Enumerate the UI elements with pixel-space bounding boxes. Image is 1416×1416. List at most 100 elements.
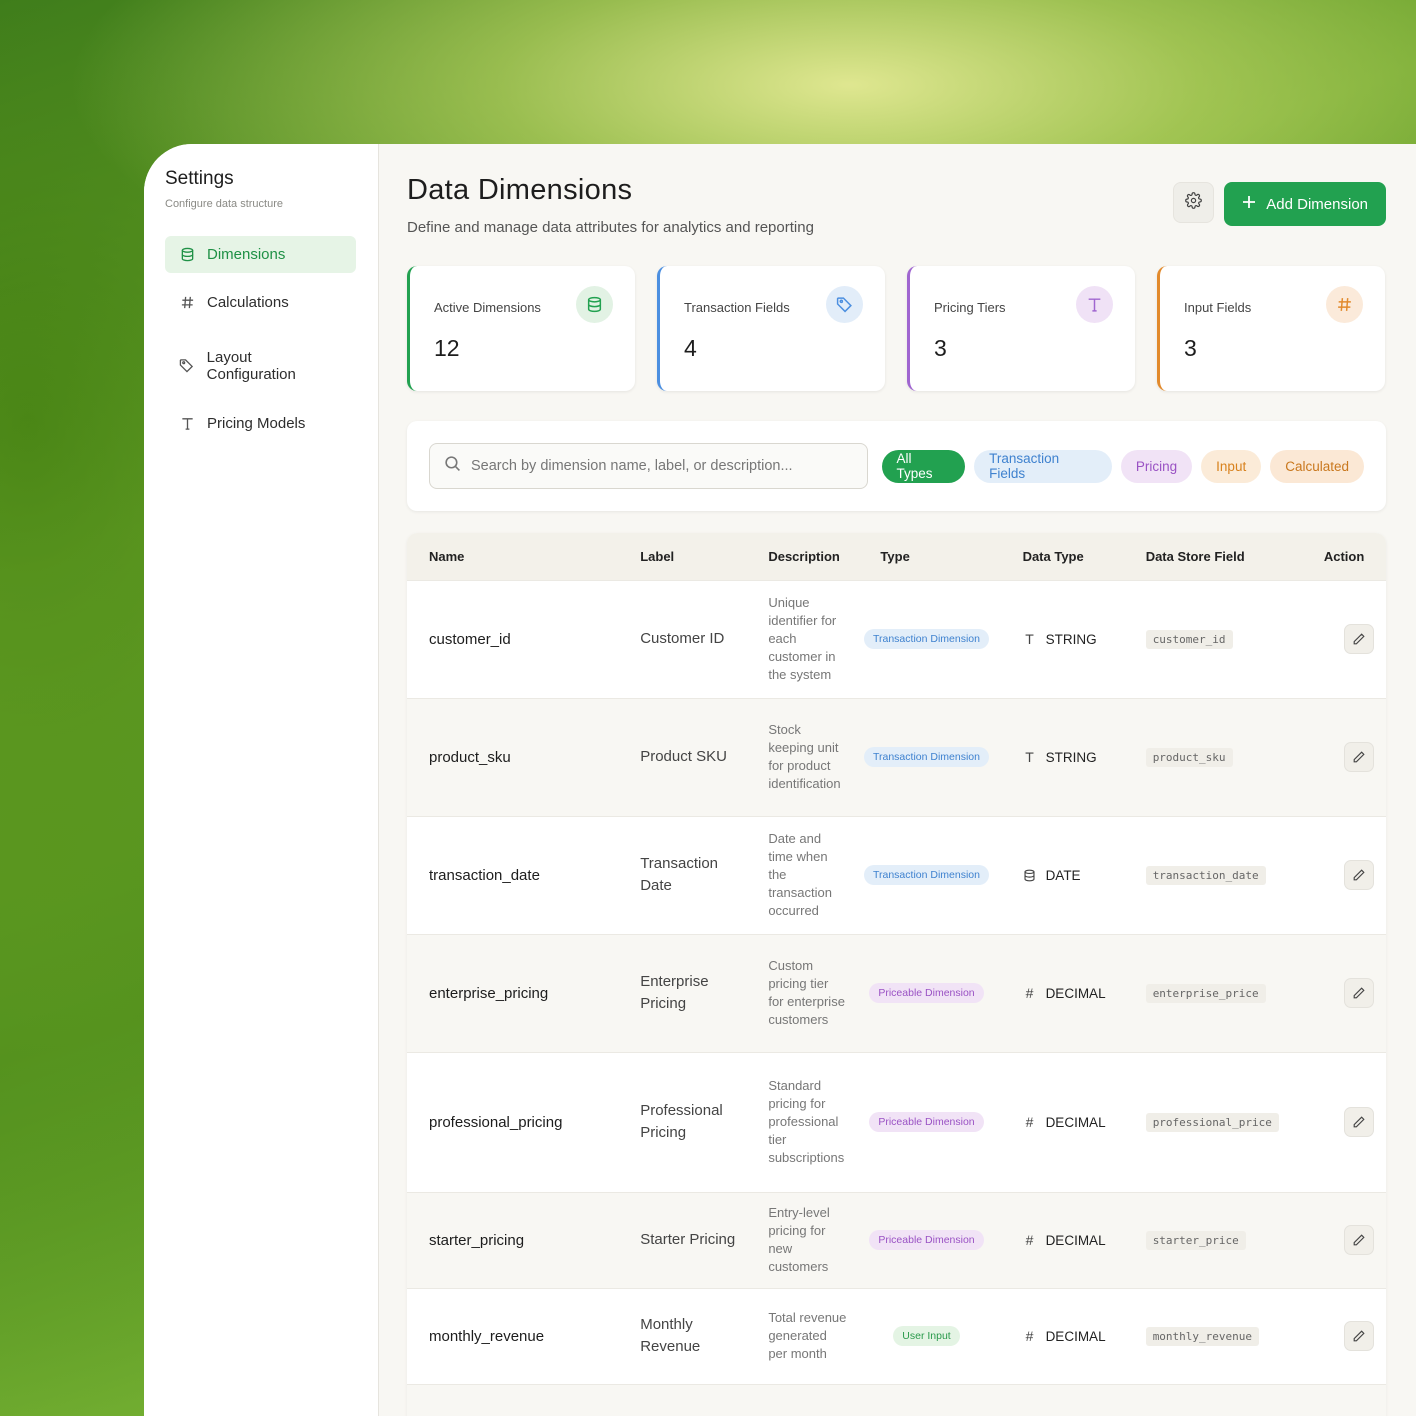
filter-all-types[interactable]: All Types bbox=[881, 449, 966, 483]
stat-card-input-fields: Input Fields 3 bbox=[1157, 266, 1385, 391]
table-row[interactable]: customer_id Customer ID Unique identifie… bbox=[407, 579, 1386, 698]
sidebar-subtitle: Configure data structure bbox=[165, 198, 284, 210]
search-input[interactable] bbox=[471, 458, 853, 474]
column-header-type[interactable]: Type bbox=[852, 533, 1000, 580]
cell-data-type: STRING bbox=[1045, 749, 1097, 765]
cell-description: Unique identifier for each customer in t… bbox=[746, 579, 853, 698]
edit-button[interactable] bbox=[1343, 1225, 1374, 1255]
sidebar-item-dimensions[interactable]: Dimensions bbox=[165, 236, 356, 273]
stat-value: 4 bbox=[684, 335, 697, 361]
cell-name: product_sku bbox=[407, 697, 619, 816]
sidebar-item-label: Calculations bbox=[207, 294, 289, 311]
cell-name: enterprise_pricing bbox=[407, 933, 619, 1052]
column-header-data-store-field[interactable]: Data Store Field bbox=[1124, 533, 1294, 580]
pencil-icon bbox=[1353, 751, 1365, 763]
table-row bbox=[407, 1383, 1386, 1416]
edit-button[interactable] bbox=[1343, 860, 1374, 890]
hash-icon bbox=[1326, 286, 1363, 323]
filter-transaction-fields[interactable]: Transaction Fields bbox=[974, 449, 1112, 483]
column-header-name[interactable]: Name bbox=[407, 533, 618, 580]
add-dimension-label: Add Dimension bbox=[1266, 195, 1368, 213]
stat-card-transaction-fields: Transaction Fields 4 bbox=[657, 266, 885, 391]
edit-button[interactable] bbox=[1343, 978, 1374, 1008]
add-dimension-button[interactable]: Add Dimension bbox=[1224, 182, 1386, 226]
cell-label: Transaction Date bbox=[618, 815, 747, 934]
stat-card-pricing-tiers: Pricing Tiers 3 bbox=[907, 266, 1135, 391]
pencil-icon bbox=[1353, 633, 1365, 645]
table-row[interactable]: transaction_date Transaction Date Date a… bbox=[407, 815, 1386, 934]
table-header-row: Name Label Description Type Data Type Da… bbox=[407, 533, 1386, 580]
cell-description: Date and time when the transaction occur… bbox=[746, 815, 853, 934]
cell-store-field: customer_id bbox=[1145, 629, 1233, 649]
edit-button[interactable] bbox=[1343, 624, 1374, 654]
edit-button[interactable] bbox=[1343, 1321, 1374, 1351]
cell-label: Monthly Revenue bbox=[618, 1287, 747, 1384]
settings-button[interactable] bbox=[1173, 182, 1215, 223]
sidebar-item-calculations[interactable]: Calculations bbox=[165, 284, 356, 321]
plus-icon bbox=[1242, 195, 1256, 213]
pencil-icon bbox=[1353, 869, 1365, 881]
type-filters: All Types Transaction Fields Pricing Inp… bbox=[881, 449, 1364, 483]
cell-name: transaction_date bbox=[407, 815, 619, 934]
page-header: Data Dimensions Define and manage data a… bbox=[407, 174, 1386, 266]
cell-store-field: professional_price bbox=[1145, 1112, 1279, 1132]
cell-label: Customer ID bbox=[618, 579, 747, 698]
gear-icon bbox=[1185, 191, 1203, 214]
main-content: Data Dimensions Define and manage data a… bbox=[379, 144, 1416, 1416]
cell-store-field: transaction_date bbox=[1145, 865, 1266, 885]
cell-description: Stock keeping unit for product identific… bbox=[746, 697, 853, 816]
sidebar-item-layout-configuration[interactable]: Layout Configuration bbox=[165, 347, 356, 384]
filter-input[interactable]: Input bbox=[1201, 449, 1262, 483]
table-row[interactable]: product_sku Product SKU Stock keeping un… bbox=[407, 697, 1386, 816]
column-header-data-type[interactable]: Data Type bbox=[1001, 533, 1124, 580]
column-header-label[interactable]: Label bbox=[618, 533, 746, 580]
type-icon: T bbox=[1025, 631, 1034, 647]
edit-button[interactable] bbox=[1343, 1107, 1374, 1137]
column-header-description[interactable]: Description bbox=[746, 533, 852, 580]
type-badge: User Input bbox=[893, 1326, 960, 1346]
filter-bar: All Types Transaction Fields Pricing Inp… bbox=[407, 421, 1386, 511]
type-icon: T bbox=[1025, 749, 1034, 765]
cell-data-type: DECIMAL bbox=[1045, 985, 1106, 1001]
stat-value: 12 bbox=[434, 335, 460, 361]
sidebar-item-pricing-models[interactable]: Pricing Models bbox=[165, 405, 356, 442]
type-icon bbox=[179, 416, 195, 432]
column-header-action: Action bbox=[1323, 548, 1365, 564]
sidebar-item-label: Layout Configuration bbox=[206, 348, 296, 383]
type-badge: Transaction Dimension bbox=[863, 865, 989, 885]
cell-name: starter_pricing bbox=[407, 1191, 619, 1288]
dimensions-table-card: Name Label Description Type Data Type Da… bbox=[407, 533, 1386, 1416]
stat-value: 3 bbox=[1184, 335, 1197, 361]
type-icon bbox=[1076, 286, 1113, 323]
cell-name: customer_id bbox=[407, 579, 619, 698]
app-window: Settings Configure data structure Dimens… bbox=[144, 144, 1416, 1416]
cell-description: Standard pricing for professional tier s… bbox=[746, 1051, 853, 1192]
page-subtitle: Define and manage data attributes for an… bbox=[407, 219, 814, 236]
type-badge: Priceable Dimension bbox=[869, 1230, 984, 1250]
cell-name: professional_pricing bbox=[407, 1051, 619, 1192]
cell-label: Enterprise Pricing bbox=[618, 933, 747, 1052]
table-row[interactable]: enterprise_pricing Enterprise Pricing Cu… bbox=[407, 933, 1386, 1052]
stat-value: 3 bbox=[934, 335, 947, 361]
sidebar-item-label: Pricing Models bbox=[207, 415, 306, 432]
cell-data-type: STRING bbox=[1045, 631, 1097, 647]
cell-label: Starter Pricing bbox=[618, 1191, 747, 1288]
table-row[interactable]: starter_pricing Starter Pricing Entry-le… bbox=[407, 1191, 1386, 1288]
sidebar: Settings Configure data structure Dimens… bbox=[144, 144, 379, 1416]
hash-icon: # bbox=[1025, 985, 1034, 1001]
type-badge: Transaction Dimension bbox=[863, 747, 989, 767]
hash-icon: # bbox=[1025, 1114, 1034, 1130]
search-box[interactable] bbox=[429, 443, 868, 489]
stat-card-active-dimensions: Active Dimensions 12 bbox=[407, 266, 635, 391]
filter-calculated[interactable]: Calculated bbox=[1270, 449, 1364, 483]
table-row[interactable]: professional_pricing Professional Pricin… bbox=[407, 1051, 1386, 1192]
cell-description: Total revenue generated per month bbox=[746, 1287, 853, 1384]
hash-icon: # bbox=[1025, 1328, 1034, 1344]
cell-data-type: DATE bbox=[1045, 867, 1081, 883]
cell-label: Product SKU bbox=[618, 697, 747, 816]
hash-icon: # bbox=[1025, 1232, 1034, 1248]
filter-pricing[interactable]: Pricing bbox=[1120, 449, 1193, 483]
page-title: Data Dimensions bbox=[407, 174, 633, 206]
table-row[interactable]: monthly_revenue Monthly Revenue Total re… bbox=[407, 1287, 1386, 1384]
edit-button[interactable] bbox=[1343, 742, 1374, 772]
